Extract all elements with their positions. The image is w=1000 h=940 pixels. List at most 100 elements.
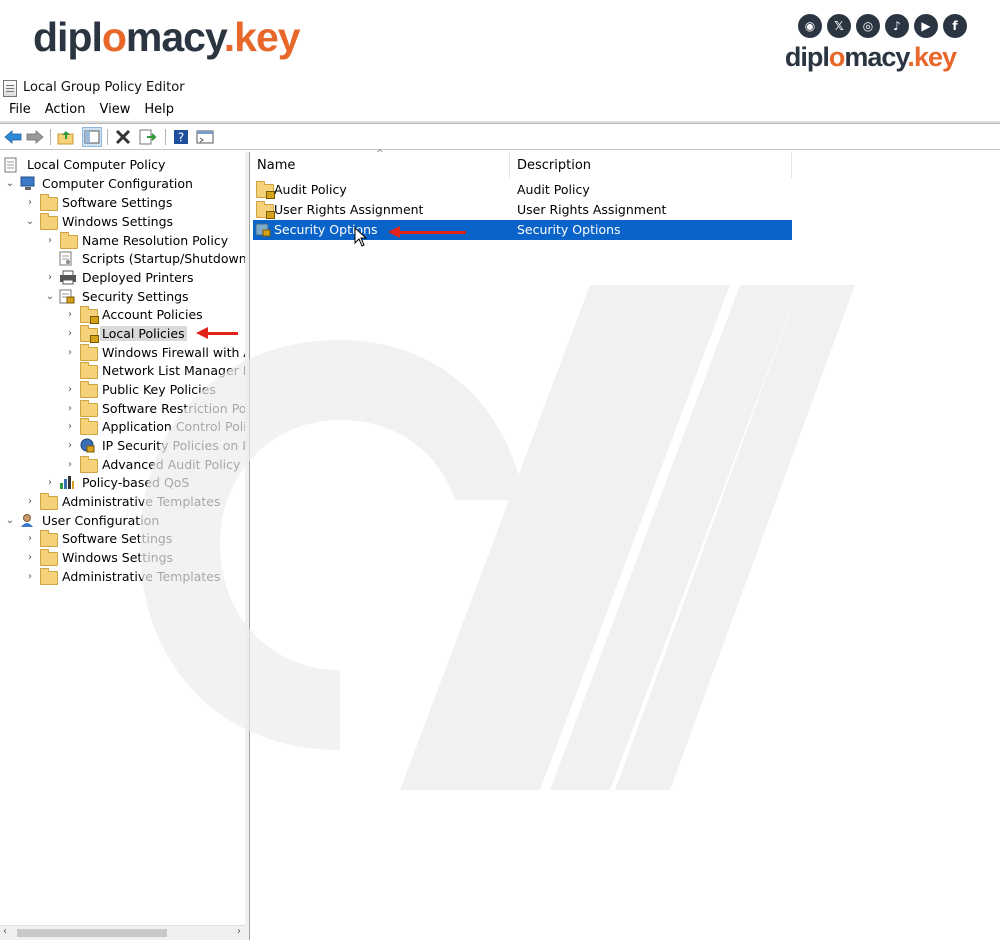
tree-item-software-restriction[interactable]: › Software Restriction Polic: [64, 399, 245, 418]
menu-help[interactable]: Help: [135, 101, 174, 121]
list-item-user-rights-assignment[interactable]: User Rights Assignment User Rights Assig…: [253, 200, 792, 220]
tree-label: Scripts (Startup/Shutdown): [82, 251, 246, 266]
tree-label: Public Key Policies: [102, 382, 216, 397]
tree-item-user-administrative-templates[interactable]: › Administrative Templates: [24, 567, 223, 586]
facebook-icon[interactable]: f: [943, 14, 967, 38]
tree-item-account-policies[interactable]: › Account Policies: [64, 305, 205, 324]
menu-view[interactable]: View: [90, 101, 130, 121]
tree-item-user-software-settings[interactable]: › Software Settings: [24, 529, 174, 548]
tree-item-deployed-printers[interactable]: › Deployed Printers: [44, 268, 195, 287]
back-icon[interactable]: [3, 127, 23, 147]
show-hide-console-tree-icon[interactable]: [82, 127, 102, 147]
tree-item-administrative-templates[interactable]: › Administrative Templates: [24, 492, 223, 511]
tree-item-name-resolution-policy[interactable]: › Name Resolution Policy: [44, 231, 230, 250]
tree-item-advanced-audit[interactable]: › Advanced Audit Policy Co: [64, 455, 246, 474]
column-header-name[interactable]: ^ Name: [250, 149, 510, 178]
chevron-right-icon[interactable]: ›: [24, 496, 36, 507]
scroll-right-icon[interactable]: ›: [237, 926, 241, 937]
menu-file[interactable]: File: [0, 101, 31, 121]
tree-item-user-windows-settings[interactable]: › Windows Settings: [24, 548, 175, 567]
locked-folder-icon: [79, 306, 99, 324]
details-pane: ^ Name Description Audit Policy Audit Po…: [250, 149, 1000, 940]
list-item-audit-policy[interactable]: Audit Policy Audit Policy: [253, 180, 792, 200]
brand-logo-left: diplomacy.key: [33, 14, 301, 61]
tree-label: Policy-based QoS: [82, 475, 190, 490]
chevron-down-icon[interactable]: ⌄: [4, 515, 16, 526]
properties-icon[interactable]: [195, 127, 215, 147]
chevron-right-icon[interactable]: ›: [64, 459, 76, 470]
brand-word1: dipl: [33, 14, 103, 60]
brand-word2: key: [913, 42, 957, 72]
console-tree: Local Computer Policy ⌄ Computer Configu…: [0, 152, 246, 940]
tree-item-windows-firewall[interactable]: › Windows Firewall with Ac: [64, 343, 246, 362]
chevron-down-icon[interactable]: ⌄: [4, 178, 16, 189]
chevron-right-icon[interactable]: ›: [24, 197, 36, 208]
tree-item-network-list-manager[interactable]: Network List Manager Po: [76, 361, 245, 380]
menu-bar: File Action View Help: [0, 101, 179, 121]
tree-item-windows-settings[interactable]: ⌄ Windows Settings: [24, 212, 175, 231]
chevron-right-icon[interactable]: ›: [64, 347, 76, 358]
tree-label: Advanced Audit Policy Co: [102, 457, 246, 472]
chevron-right-icon[interactable]: ›: [24, 571, 36, 582]
chevron-right-icon[interactable]: ›: [24, 533, 36, 544]
tree-label: Administrative Templates: [62, 494, 221, 509]
brand-logo-right: diplomacy.key: [785, 42, 957, 73]
toolbar: ?: [0, 125, 1000, 150]
chevron-right-icon[interactable]: ›: [64, 421, 76, 432]
tree-label: User Configuration: [42, 513, 160, 528]
chevron-down-icon[interactable]: ⌄: [44, 291, 56, 302]
chevron-right-icon[interactable]: ›: [44, 235, 56, 246]
printer-icon: [59, 270, 77, 285]
x-icon[interactable]: 𝕏: [827, 14, 851, 38]
tree-item-computer-configuration[interactable]: ⌄ Computer Configuration: [4, 174, 195, 193]
tree-item-ip-security[interactable]: › IP Security Policies on Lo: [64, 436, 245, 455]
folder-icon: [79, 381, 98, 398]
scrollbar-thumb[interactable]: [17, 929, 167, 937]
window-title: Local Group Policy Editor: [23, 80, 185, 95]
menu-action[interactable]: Action: [36, 101, 86, 121]
chevron-right-icon[interactable]: ›: [64, 440, 76, 451]
folder-icon: [39, 194, 58, 211]
brand-word2: key: [234, 14, 300, 60]
delete-icon[interactable]: [113, 127, 133, 147]
chevron-right-icon[interactable]: ›: [24, 552, 36, 563]
scroll-left-icon[interactable]: ‹: [3, 926, 7, 937]
chevron-right-icon[interactable]: ›: [64, 328, 76, 339]
tree-label: Software Settings: [62, 531, 173, 546]
help-icon[interactable]: ?: [171, 127, 191, 147]
tree-label: Windows Firewall with Ac: [102, 345, 246, 360]
brand-o: o: [828, 42, 845, 72]
tree-item-local-policies[interactable]: › Local Policies: [64, 324, 187, 343]
folder-icon: [79, 400, 98, 417]
tree-item-application-control[interactable]: › Application Control Polic: [64, 417, 245, 436]
tree-horizontal-scrollbar[interactable]: ‹ ›: [0, 925, 245, 940]
tree-item-scripts[interactable]: Scripts (Startup/Shutdown): [56, 249, 246, 268]
folder-icon: [39, 213, 58, 230]
tree-item-local-computer-policy[interactable]: Local Computer Policy: [4, 155, 167, 174]
security-settings-icon: [59, 289, 77, 304]
chevron-right-icon[interactable]: ›: [64, 403, 76, 414]
list-item-security-options[interactable]: Security Options Security Options: [253, 220, 792, 240]
tree-item-public-key-policies[interactable]: › Public Key Policies: [64, 380, 218, 399]
tiktok-icon[interactable]: ♪: [885, 14, 909, 38]
column-header-description[interactable]: Description: [510, 152, 792, 178]
tree-item-security-settings[interactable]: ⌄ Security Settings: [44, 287, 191, 306]
instagram-icon[interactable]: ◎: [856, 14, 880, 38]
export-list-icon[interactable]: [138, 127, 158, 147]
tree-item-user-configuration[interactable]: ⌄ User Configuration: [4, 511, 161, 530]
chevron-down-icon[interactable]: ⌄: [24, 216, 36, 227]
youtube-icon[interactable]: ▶: [914, 14, 938, 38]
chevron-right-icon[interactable]: ›: [44, 477, 56, 488]
chevron-right-icon[interactable]: ›: [64, 309, 76, 320]
chevron-right-icon[interactable]: ›: [44, 272, 56, 283]
tree-item-policy-based-qos[interactable]: › Policy-based QoS: [44, 473, 191, 492]
bar-chart-icon: [59, 475, 77, 490]
chevron-right-icon[interactable]: ›: [64, 384, 76, 395]
tree-label: Local Computer Policy: [27, 157, 166, 172]
snapchat-icon[interactable]: ◉: [798, 14, 822, 38]
up-folder-icon[interactable]: [56, 127, 76, 147]
column-header-label: Name: [257, 157, 296, 173]
tree-item-software-settings[interactable]: › Software Settings: [24, 193, 174, 212]
computer-icon: [19, 176, 37, 191]
forward-icon[interactable]: [25, 127, 45, 147]
